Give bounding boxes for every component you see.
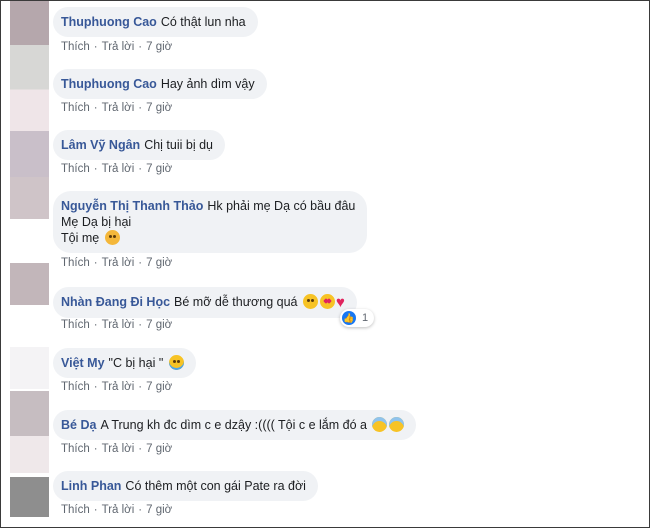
comment-text: "C bị hại " xyxy=(108,356,164,370)
comment-timestamp[interactable]: 7 giờ xyxy=(146,504,172,516)
comment-author[interactable]: Lâm Vỹ Ngân xyxy=(61,138,140,152)
comment-bubble: Nhàn Đang Đi Học Bé mỡ dễ thương quá ♥ xyxy=(53,287,357,318)
separator: · xyxy=(138,504,143,516)
separator: · xyxy=(138,381,143,393)
like-reaction-icon: 👍 xyxy=(342,311,356,325)
comment-text: Tội mẹ xyxy=(61,231,100,245)
reply-link[interactable]: Trả lời xyxy=(102,319,135,331)
comment-line: Tội mẹ xyxy=(61,230,355,246)
comment-bubble: Bé Dạ A Trung kh đc dìm c e dzậy :(((( Tộ… xyxy=(53,410,417,440)
sad-face-emoji xyxy=(104,230,120,245)
separator: · xyxy=(138,257,143,269)
separator: · xyxy=(138,443,143,455)
separator: · xyxy=(138,102,143,114)
comment-actions: Thích · Trả lời · 7 giờ xyxy=(61,443,172,455)
comment-actions: Thích · Trả lời · 7 giờ xyxy=(61,163,172,175)
comment-actions: Thích · Trả lời · 7 giờ xyxy=(61,257,172,269)
comment-author[interactable]: Việt My xyxy=(61,356,105,370)
separator: · xyxy=(93,504,98,516)
avatar[interactable] xyxy=(10,477,49,517)
comment-actions: Thích · Trả lời · 7 giờ xyxy=(61,504,172,516)
reaction-summary[interactable]: 👍 1 xyxy=(340,309,375,327)
separator: · xyxy=(138,41,143,53)
avatar[interactable] xyxy=(10,263,49,305)
comment-timestamp[interactable]: 7 giờ xyxy=(146,257,172,269)
like-link[interactable]: Thích xyxy=(61,41,90,53)
comment-thread: Thuphuong Cao Có thật lun nha Thích · Trả l… xyxy=(0,0,650,528)
heart-emoji: ♥ xyxy=(335,294,345,311)
comment-text: Bé mỡ dễ thương quá xyxy=(174,295,298,309)
comment-bubble: Việt My "C bị hại " xyxy=(53,348,196,378)
reply-link[interactable]: Trả lời xyxy=(102,381,135,393)
avatar[interactable] xyxy=(10,391,49,473)
comment-timestamp[interactable]: 7 giờ xyxy=(146,163,172,175)
reply-link[interactable]: Trả lời xyxy=(102,504,135,516)
avatar[interactable] xyxy=(10,45,49,131)
comment-text: Mẹ Dạ bị hại xyxy=(61,215,132,229)
comment-bubble: Linh Phan Có thêm một con gái Pate ra đời xyxy=(53,471,318,501)
comment-text: Hay ảnh dìm vậy xyxy=(160,77,255,91)
comment-text: Có thật lun nha xyxy=(160,15,246,29)
separator: · xyxy=(93,102,98,114)
reply-link[interactable]: Trả lời xyxy=(102,41,135,53)
comment-text: A Trung kh đc dìm c e dzậy :(((( Tội c e… xyxy=(100,418,367,432)
comment-actions: Thích · Trả lời · 7 giờ xyxy=(61,381,172,393)
reply-link[interactable]: Trả lời xyxy=(102,163,135,175)
like-link[interactable]: Thích xyxy=(61,319,90,331)
comment-author[interactable]: Bé Dạ xyxy=(61,418,96,432)
comment-author[interactable]: Nhàn Đang Đi Học xyxy=(61,295,170,309)
comment-actions: Thích · Trả lời · 7 giờ xyxy=(61,319,172,331)
anxious-face-emoji xyxy=(389,417,405,432)
comment-author[interactable]: Nguyễn Thị Thanh Thảo xyxy=(61,199,203,213)
kiss-face-emoji xyxy=(302,294,318,309)
like-link[interactable]: Thích xyxy=(61,504,90,516)
comment-line: Nguyễn Thị Thanh Thảo Hk phải mẹ Dạ có bầ… xyxy=(61,198,355,214)
comment-actions: Thích · Trả lời · 7 giờ xyxy=(61,102,172,114)
like-link[interactable]: Thích xyxy=(61,163,90,175)
comment-timestamp[interactable]: 7 giờ xyxy=(146,381,172,393)
separator: · xyxy=(93,41,98,53)
like-link[interactable]: Thích xyxy=(61,443,90,455)
reply-link[interactable]: Trả lời xyxy=(102,102,135,114)
avatar[interactable] xyxy=(10,177,49,219)
tears-of-joy-emoji xyxy=(168,355,184,370)
comment-timestamp[interactable]: 7 giờ xyxy=(146,102,172,114)
comment-text: Hk phải mẹ Dạ có bầu đâu xyxy=(207,199,356,213)
comment-timestamp[interactable]: 7 giờ xyxy=(146,41,172,53)
comment-author[interactable]: Linh Phan xyxy=(61,479,121,493)
avatar[interactable] xyxy=(10,347,49,389)
like-link[interactable]: Thích xyxy=(61,257,90,269)
separator: · xyxy=(138,319,143,331)
comment-bubble: Thuphuong Cao Có thật lun nha xyxy=(53,7,258,37)
separator: · xyxy=(93,163,98,175)
like-link[interactable]: Thích xyxy=(61,381,90,393)
separator: · xyxy=(93,381,98,393)
separator: · xyxy=(138,163,143,175)
reply-link[interactable]: Trả lời xyxy=(102,443,135,455)
comment-author[interactable]: Thuphuong Cao xyxy=(61,77,157,91)
heart-eyes-emoji xyxy=(319,294,335,309)
comment-actions: Thích · Trả lời · 7 giờ xyxy=(61,41,172,53)
avatar[interactable] xyxy=(10,131,49,177)
separator: · xyxy=(93,257,98,269)
reaction-count: 1 xyxy=(362,312,369,324)
comment-bubble: Thuphuong Cao Hay ảnh dìm vậy xyxy=(53,69,267,99)
separator: · xyxy=(93,443,98,455)
anxious-face-emoji xyxy=(372,417,388,432)
comment-text: Chị tuii bị dụ xyxy=(144,138,213,152)
comment-timestamp[interactable]: 7 giờ xyxy=(146,443,172,455)
comment-bubble: Lâm Vỹ Ngân Chị tuii bị dụ xyxy=(53,130,225,160)
comment-author[interactable]: Thuphuong Cao xyxy=(61,15,157,29)
like-link[interactable]: Thích xyxy=(61,102,90,114)
reply-link[interactable]: Trả lời xyxy=(102,257,135,269)
comment-timestamp[interactable]: 7 giờ xyxy=(146,319,172,331)
comment-text: Có thêm một con gái Pate ra đời xyxy=(125,479,306,493)
avatar[interactable] xyxy=(10,1,49,45)
comment-bubble: Nguyễn Thị Thanh Thảo Hk phải mẹ Dạ có bầ… xyxy=(53,191,368,253)
separator: · xyxy=(93,319,98,331)
